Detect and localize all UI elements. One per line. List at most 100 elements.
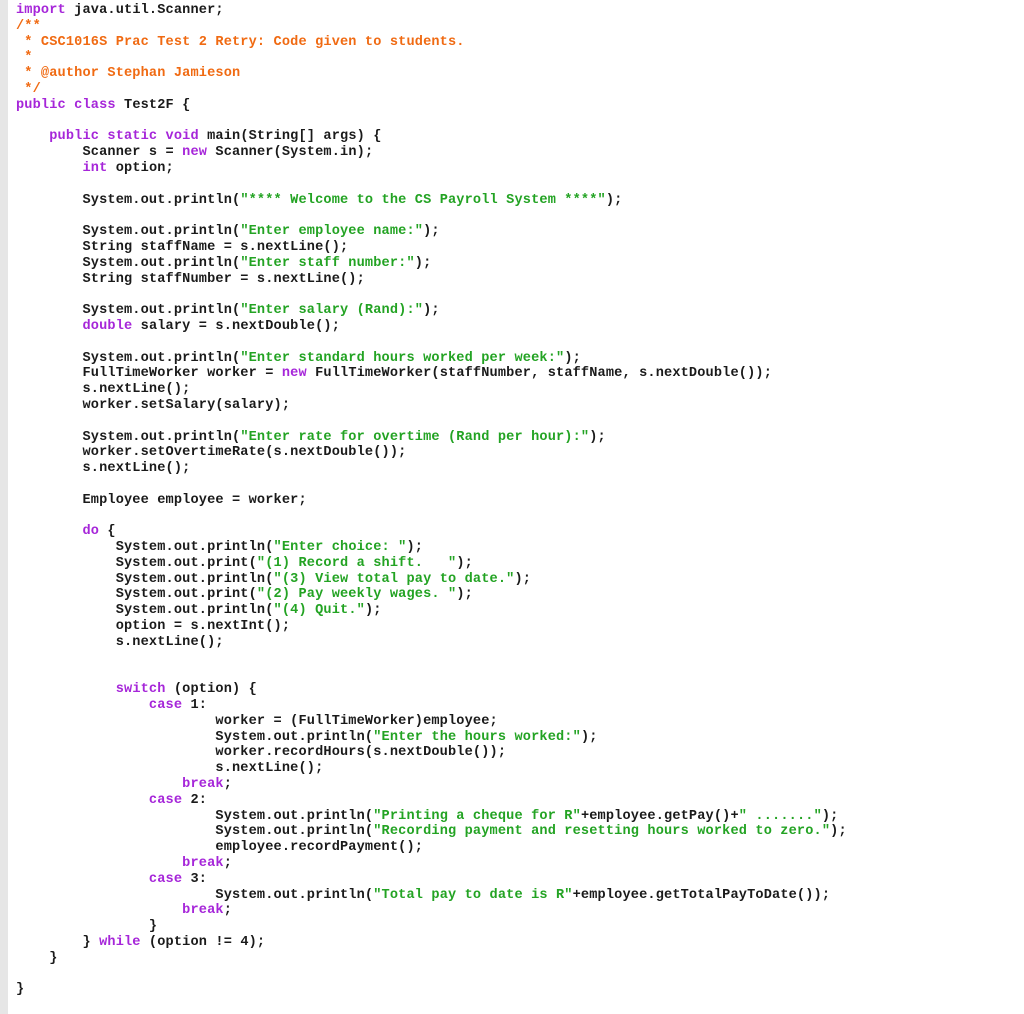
code-text: (option) { [165, 682, 257, 698]
string-literal: "Enter standard hours worked per week:" [240, 350, 565, 366]
code-line: */ [16, 82, 847, 98]
code-line: FullTimeWorker worker = new FullTimeWork… [16, 366, 847, 382]
code-line: break; [16, 777, 847, 793]
keyword-token: new [281, 366, 307, 382]
code-text: 1: [182, 698, 208, 714]
code-line: /** [16, 19, 847, 35]
code-text: ; [223, 777, 233, 793]
code-line: s.nextLine(); [16, 382, 847, 398]
code-line: System.out.println("Enter salary (Rand):… [16, 303, 847, 319]
code-line: case 2: [16, 793, 847, 809]
code-text: s.nextLine(); [16, 382, 191, 398]
string-literal: "(4) Quit." [273, 603, 365, 619]
string-literal: "Enter salary (Rand):" [240, 303, 424, 319]
code-text: worker.setOvertimeRate(s.nextDouble()); [16, 445, 407, 461]
code-text: System.out.println( [16, 887, 374, 903]
code-text: System.out.println( [16, 224, 241, 240]
keyword-token: int [82, 160, 108, 176]
code-line: System.out.println("Recording payment an… [16, 824, 847, 840]
code-text: FullTimeWorker worker = [16, 366, 282, 382]
keyword-token: break [182, 856, 224, 872]
code-text: ); [589, 429, 606, 445]
code-line: System.out.print("(1) Record a shift. ")… [16, 556, 847, 572]
code-line: switch (option) { [16, 682, 847, 698]
code-line: String staffNumber = s.nextLine(); [16, 272, 847, 288]
code-text: } [16, 935, 100, 951]
code-line: worker = (FullTimeWorker)employee; [16, 714, 847, 730]
code-text: String staffName = s.nextLine(); [16, 239, 349, 255]
code-text: } [16, 919, 158, 935]
code-text: s.nextLine(); [16, 634, 224, 650]
string-literal: "Printing a cheque for R" [373, 808, 581, 824]
code-text: employee.recordPayment(); [16, 840, 424, 856]
code-text: Scanner s = [16, 145, 183, 161]
code-line: worker.recordHours(s.nextDouble()); [16, 745, 847, 761]
keyword-token: public static void [49, 129, 199, 145]
code-editor[interactable]: import java.util.Scanner;/** * CSC1016S … [16, 3, 847, 998]
code-line: System.out.println("Enter staff number:"… [16, 256, 847, 272]
code-text: ); [564, 350, 581, 366]
code-text: s.nextLine(); [16, 761, 324, 777]
code-text: System.out.println( [16, 303, 241, 319]
code-line: Employee employee = worker; [16, 493, 847, 509]
editor-gutter [0, 0, 8, 1014]
keyword-token: do [82, 524, 100, 540]
keyword-token: switch [115, 682, 166, 698]
code-text: } [16, 950, 58, 966]
code-text: ; [223, 856, 233, 872]
string-literal: "Enter staff number:" [240, 255, 415, 271]
code-line: String staffName = s.nextLine(); [16, 240, 847, 256]
keyword-token: case [148, 698, 183, 714]
string-literal: "Recording payment and resetting hours w… [373, 824, 831, 840]
code-line: option = s.nextInt(); [16, 619, 847, 635]
code-text: 3: [182, 871, 208, 887]
code-line: employee.recordPayment(); [16, 840, 847, 856]
code-text: ); [456, 555, 473, 571]
code-text: System.out.println( [16, 429, 241, 445]
string-literal: "**** Welcome to the CS Payroll System *… [240, 192, 606, 208]
code-text: worker.recordHours(s.nextDouble()); [16, 745, 507, 761]
code-text: option; [107, 160, 174, 176]
comment-token: /** [16, 18, 41, 34]
string-literal: "(1) Record a shift. " [256, 555, 457, 571]
code-text: ); [605, 192, 623, 208]
code-line: * [16, 50, 847, 66]
code-line: double salary = s.nextDouble(); [16, 319, 847, 335]
code-line: Scanner s = new Scanner(System.in); [16, 145, 847, 161]
string-literal: "Enter choice: " [273, 540, 407, 556]
comment-token: * CSC1016S Prac Test 2 Retry: Code given… [16, 34, 465, 50]
code-line: do { [16, 524, 847, 540]
code-line: break; [16, 903, 847, 919]
keyword-token: import [16, 3, 66, 18]
code-line: s.nextLine(); [16, 761, 847, 777]
code-text: salary = s.nextDouble(); [132, 318, 341, 334]
keyword-token: public class [16, 97, 116, 113]
code-line: int option; [16, 161, 847, 177]
code-line: System.out.println("Enter standard hours… [16, 351, 847, 367]
string-literal: "Total pay to date is R" [373, 887, 573, 903]
code-text: option = s.nextInt(); [16, 619, 291, 635]
code-text: ; [223, 903, 233, 919]
code-text: FullTimeWorker(staffNumber, staffName, s… [306, 366, 773, 382]
code-text: String staffNumber = s.nextLine(); [16, 271, 365, 287]
code-line: import java.util.Scanner; [16, 3, 847, 19]
code-line: worker.setSalary(salary); [16, 398, 847, 414]
code-text: System.out.println( [16, 192, 241, 208]
code-text: System.out.println( [16, 824, 374, 840]
